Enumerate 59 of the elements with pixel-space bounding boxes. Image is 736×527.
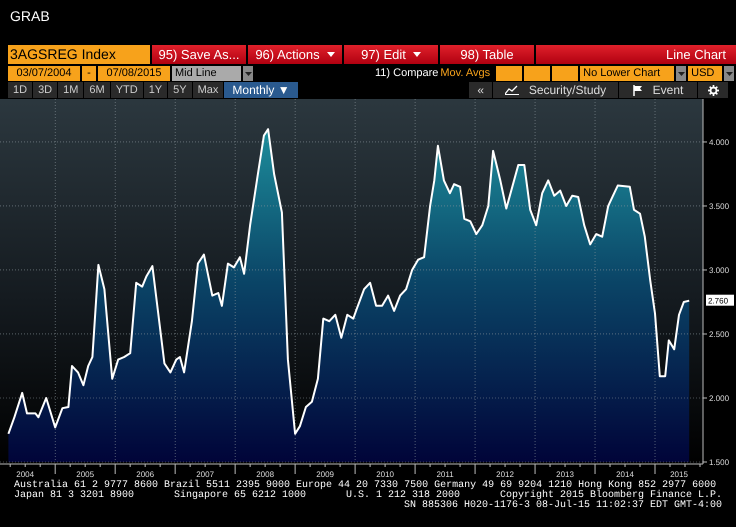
collapse-button[interactable]: « [469,82,492,98]
y-tick-label: 1.500 [709,458,730,467]
footer-text: Copyright 2015 Bloomberg Finance L.P. [500,491,722,501]
end-date-field[interactable]: 07/08/2015 [98,66,170,81]
event-button[interactable]: Event [619,82,697,98]
x-tick-label: 2015 [670,470,688,479]
date-separator: - [82,66,96,81]
period-button[interactable]: 3D [33,82,58,98]
window-title: GRAB [10,8,50,24]
y-tick-label: 3.500 [709,202,730,211]
menu-button[interactable]: 95) Save As... [152,45,246,64]
menu-button[interactable]: 98) Table [440,45,534,64]
y-tick-label: 2.000 [709,394,730,403]
y-tick-label: 4.000 [709,138,730,147]
last-value-label: 2.760 [706,294,734,306]
y-tick-label: 3.000 [709,266,730,275]
period-button[interactable]: YTD [110,82,143,98]
x-tick-label: 2005 [76,470,94,479]
security-field[interactable]: 3AGSREG Index [8,45,150,64]
blank-field[interactable] [496,66,522,81]
period-button[interactable]: 1D [8,82,32,98]
y-tick-label: 2.500 [709,330,730,339]
footer-text: Australia 61 2 9777 8600 Brazil 5511 2395 9000 Europe 44 20 7330 7500 Germany 49 69 9204 1210 Hong Kong 852 2977 6000 [14,481,716,491]
period-button[interactable]: Max [192,82,224,98]
lower-chart-dropdown[interactable]: No Lower Chart [580,66,674,81]
menu-button[interactable]: 97) Edit [344,45,438,64]
currency-dropdown[interactable]: USD [688,66,722,81]
x-tick-label: 2010 [376,470,394,479]
security-study-button[interactable]: Security/Study [493,82,618,98]
x-tick-label: 2012 [496,470,514,479]
blank-field[interactable] [552,66,578,81]
line-chart-icon [504,85,519,95]
footer-text: SN 885306 H020-1176-3 08-Jul-15 11:02:37 EDT GMT-4:00 [402,501,722,511]
x-tick-label: 2008 [256,470,274,479]
settings-button[interactable] [698,82,728,98]
x-tick-label: 2006 [136,470,154,479]
period-button[interactable]: Monthly ▼ [224,82,298,98]
x-tick-label: 2007 [196,470,214,479]
x-tick-label: 2014 [616,470,634,479]
price-type-dropdown[interactable]: Mid Line [172,66,241,81]
period-button[interactable]: 1Y [144,82,168,98]
compare-label[interactable]: 11) Compare [375,66,438,81]
settings-icon [708,84,718,96]
chart-type-label: Line Chart [536,45,736,64]
blank-field[interactable] [524,66,550,81]
x-tick-label: 2004 [16,470,34,479]
footer-text: Singapore 65 6212 1000 [174,491,306,501]
x-tick-label: 2011 [436,470,454,479]
period-button[interactable]: 6M [84,82,110,98]
period-button[interactable]: 5Y [168,82,192,98]
mov-avgs-link[interactable]: Mov. Avgs [440,66,490,81]
menu-button[interactable]: 96) Actions [248,45,342,64]
period-button[interactable]: 1M [58,82,84,98]
x-tick-label: 2009 [316,470,334,479]
footer-text: Japan 81 3 3201 8900 [14,491,134,501]
flag-icon [632,84,643,96]
start-date-field[interactable]: 03/07/2004 [8,66,80,81]
x-tick-label: 2013 [556,470,574,479]
footer-text: U.S. 1 212 318 2000 [346,491,460,501]
